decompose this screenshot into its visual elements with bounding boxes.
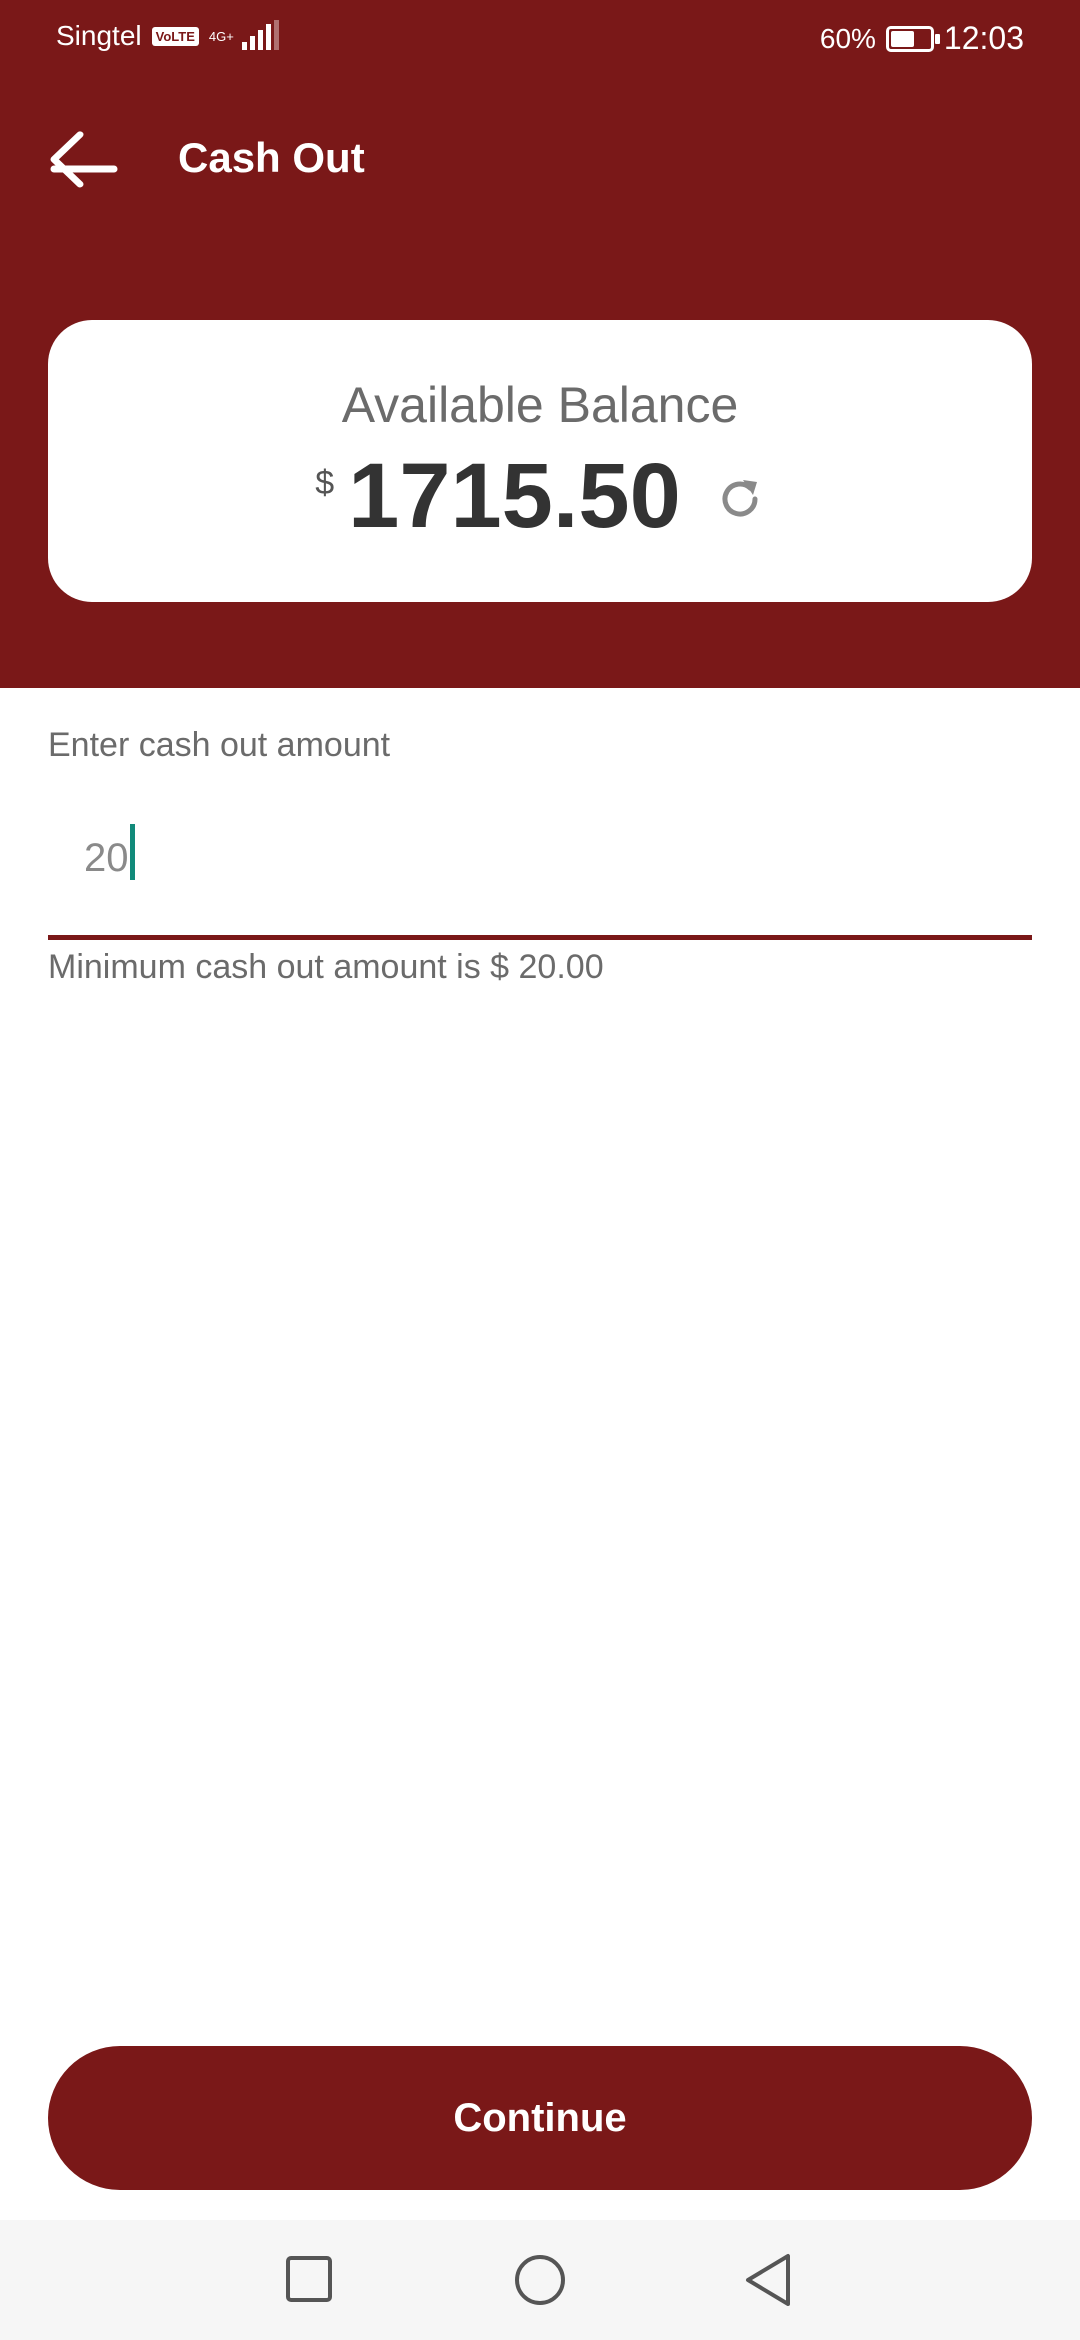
balance-row: $ 1715.50: [48, 450, 1032, 542]
balance-label: Available Balance: [341, 377, 739, 433]
home-button[interactable]: [502, 2242, 578, 2318]
text-caret: [130, 824, 135, 880]
carrier-name: Singtel: [56, 20, 142, 51]
status-bar: Singtel VoLTE 4G+ 60% 12:03: [0, 0, 1080, 76]
balance-card: Available Balance $ 1715.50: [48, 320, 1032, 602]
continue-button[interactable]: Continue: [48, 2046, 1032, 2190]
balance-amount: 1715.50: [348, 445, 681, 547]
battery-percent: 60%: [819, 22, 876, 54]
minimum-amount-helper: Minimum cash out amount is $ 20.00: [48, 948, 604, 986]
status-right: 60% 12:03: [820, 20, 1024, 57]
clock: 12:03: [943, 20, 1024, 56]
recents-button[interactable]: [270, 2242, 346, 2318]
cash-out-screen: Singtel VoLTE 4G+ 60% 12:03 Cash Out Ava…: [0, 0, 1080, 2340]
network-type: 4G+: [208, 28, 234, 44]
currency-symbol: $: [315, 464, 335, 502]
nav-back-button[interactable]: [730, 2242, 806, 2318]
status-left: Singtel VoLTE 4G+: [56, 20, 284, 52]
cash-out-amount-input[interactable]: 20: [48, 800, 1032, 940]
page-title: Cash Out: [178, 134, 365, 181]
circle-icon: [515, 2255, 565, 2305]
refresh-icon: [722, 480, 758, 517]
amount-input-value: 20: [84, 836, 129, 880]
amount-label: Enter cash out amount: [48, 726, 391, 764]
triangle-back-icon: [746, 2254, 790, 2306]
system-nav-bar: [0, 2220, 1080, 2340]
arrow-left-icon: [50, 131, 118, 188]
volte-badge: VoLTE: [151, 26, 199, 46]
app-bar: Cash Out: [0, 110, 1080, 210]
square-icon: [286, 2256, 332, 2302]
back-button[interactable]: [44, 124, 124, 194]
refresh-button[interactable]: [715, 474, 765, 524]
battery-icon: [885, 25, 940, 52]
battery-fill: [890, 30, 914, 47]
signal-icon: [241, 20, 279, 50]
